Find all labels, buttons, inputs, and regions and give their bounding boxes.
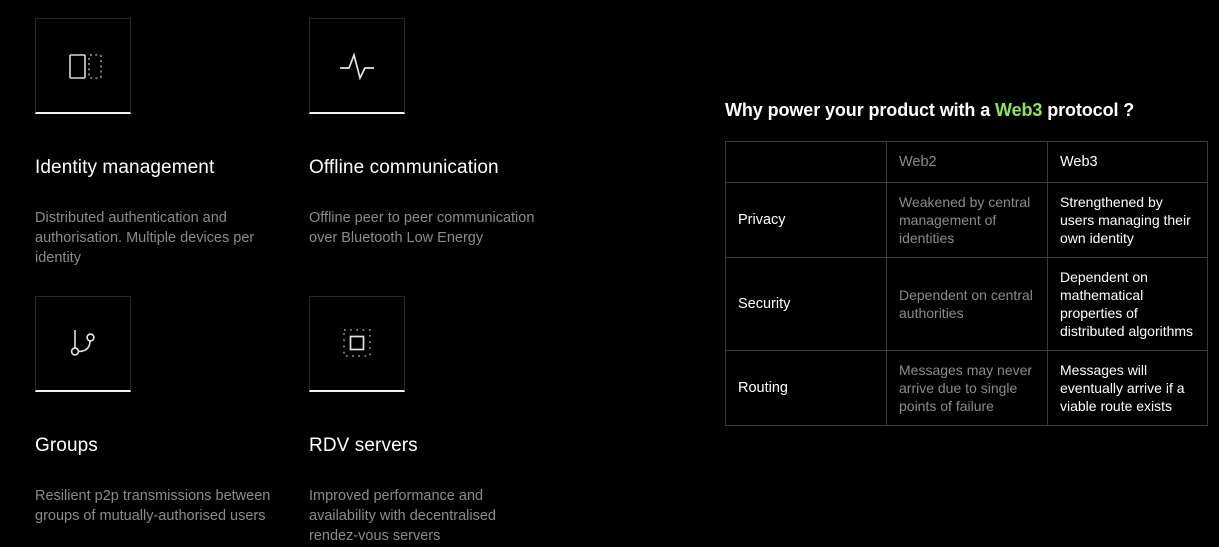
feature-card-rdv-servers: RDV servers Improved performance and ava… bbox=[309, 295, 583, 546]
pulse-wave-icon bbox=[335, 44, 379, 88]
identity-devices-icon bbox=[61, 44, 105, 88]
cell-web2-security: Dependent on central authorities bbox=[886, 257, 1048, 351]
cell-web3-routing: Messages will eventually arrive if a via… bbox=[1047, 350, 1208, 426]
cell-web3-security: Dependent on mathematical properties of … bbox=[1047, 257, 1208, 351]
web2-web3-comparison-table: Web2 Web3 Privacy Weakened by central ma… bbox=[725, 141, 1208, 426]
feature-description: Improved performance and availability wi… bbox=[309, 487, 496, 544]
panel-heading-before: Why power your product with a bbox=[725, 100, 996, 120]
feature-description: Offline peer to peer communication over … bbox=[309, 209, 535, 246]
table-header-web3: Web3 bbox=[1047, 141, 1208, 183]
feature-description: Distributed authentication and authorisa… bbox=[35, 209, 255, 266]
node-graph-icon bbox=[61, 321, 105, 365]
panel-heading: Why power your product with a Web3 proto… bbox=[725, 100, 1207, 121]
node-graph-icon-box bbox=[35, 295, 131, 392]
feature-card-identity-management: Identity management Distributed authenti… bbox=[35, 18, 309, 268]
row-label-privacy: Privacy bbox=[725, 182, 887, 258]
pulse-wave-icon-box bbox=[309, 18, 405, 114]
table-row: Security Dependent on central authoritie… bbox=[725, 257, 1208, 351]
row-label-security: Security bbox=[725, 257, 887, 351]
feature-title: RDV servers bbox=[309, 434, 418, 456]
feature-title: Groups bbox=[35, 434, 98, 456]
table-header-web2: Web2 bbox=[886, 141, 1048, 183]
server-grid-icon bbox=[335, 321, 379, 365]
web3-comparison-panel: Why power your product with a Web3 proto… bbox=[725, 100, 1208, 426]
table-header-blank bbox=[725, 141, 887, 183]
feature-title: Offline communication bbox=[309, 157, 499, 178]
row-label-routing: Routing bbox=[725, 350, 887, 426]
cell-web3-privacy: Strengthened by users managing their own… bbox=[1047, 182, 1208, 258]
panel-heading-accent: Web3 bbox=[995, 100, 1043, 120]
cell-web2-routing: Messages may never arrive due to single … bbox=[886, 350, 1048, 426]
feature-description: Resilient p2p transmissions between grou… bbox=[35, 487, 271, 524]
feature-card-groups: Groups Resilient p2p transmissions betwe… bbox=[35, 295, 309, 546]
feature-grid: Identity management Distributed authenti… bbox=[35, 18, 655, 546]
panel-heading-after: protocol ? bbox=[1042, 100, 1135, 120]
cell-web2-privacy: Weakened by central management of identi… bbox=[886, 182, 1048, 258]
feature-card-offline-communication: Offline communication Offline peer to pe… bbox=[309, 18, 583, 268]
table-row: Routing Messages may never arrive due to… bbox=[725, 350, 1208, 426]
table-header-row: Web2 Web3 bbox=[725, 141, 1208, 183]
identity-devices-icon-box bbox=[35, 18, 131, 114]
feature-title: Identity management bbox=[35, 157, 215, 178]
server-grid-icon-box bbox=[309, 295, 405, 392]
table-row: Privacy Weakened by central management o… bbox=[725, 182, 1208, 258]
